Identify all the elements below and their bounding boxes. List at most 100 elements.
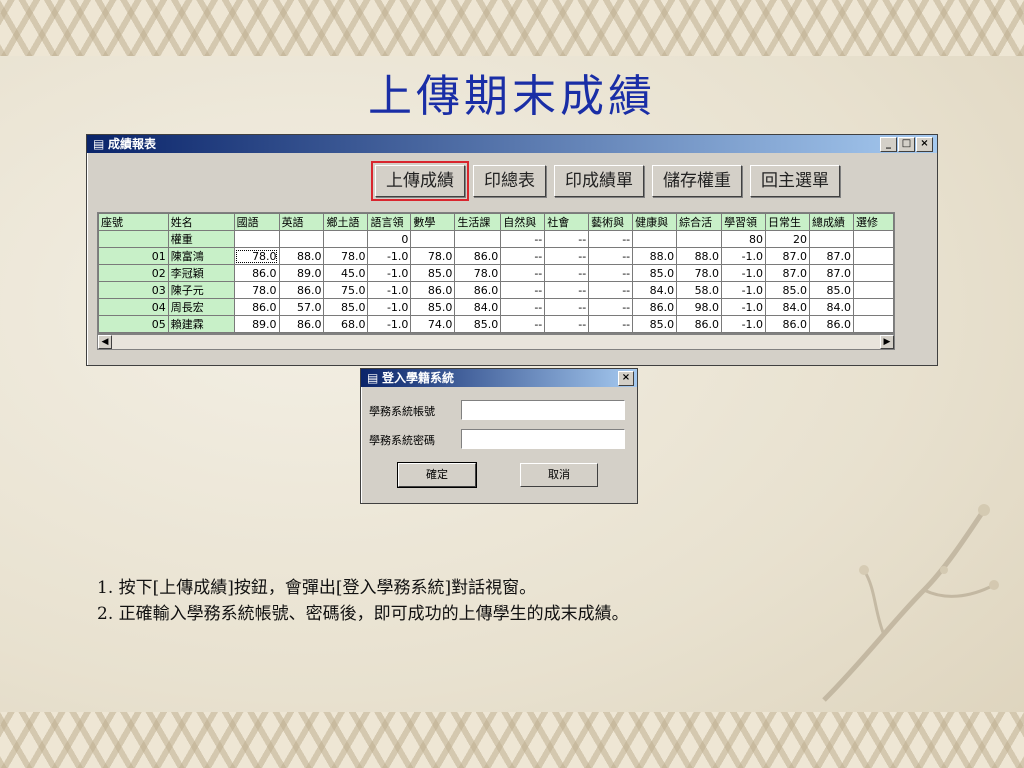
grid-cell[interactable] [454, 230, 502, 248]
grid-cell[interactable]: 88.0 [632, 247, 678, 265]
print-summary-button[interactable]: 印總表 [473, 165, 546, 197]
window-titlebar[interactable]: ▤ 成績報表 _ □ × [87, 135, 937, 153]
grid-cell[interactable]: 98.0 [676, 298, 723, 316]
grid-cell[interactable]: 89.0 [278, 264, 325, 282]
grid-cell[interactable]: 86.0 [454, 281, 502, 299]
grid-cell[interactable]: 74.0 [410, 315, 456, 333]
grid-cell[interactable] [852, 230, 894, 248]
grid-cell[interactable]: -- [500, 230, 546, 248]
grid-cell[interactable]: 02 [98, 264, 169, 282]
grid-cell[interactable] [98, 230, 169, 248]
grid-cell[interactable]: 84.0 [809, 298, 854, 316]
minimize-button[interactable]: _ [880, 137, 897, 152]
grid-cell[interactable]: 84.0 [765, 298, 810, 316]
dialog-close-button[interactable]: × [618, 371, 634, 386]
grid-cell[interactable]: 85.0 [410, 264, 456, 282]
grid-cell[interactable]: 86.0 [632, 298, 678, 316]
grid-cell[interactable]: -- [544, 264, 590, 282]
grid-cell[interactable]: 87.0 [809, 264, 854, 282]
grid-cell[interactable]: 88.0 [278, 247, 325, 265]
table-row[interactable]: 02 李冠穎 86.0 89.0 45.0 -1.0 85.0 78.0 -- -- -- 85.0 7… [98, 264, 894, 282]
dialog-titlebar[interactable]: ▤ 登入學籍系統 × [361, 369, 637, 387]
grid-cell[interactable] [852, 281, 894, 299]
grid-cell[interactable]: -1.0 [367, 264, 412, 282]
grid-cell[interactable] [852, 264, 894, 282]
account-input[interactable] [461, 400, 625, 420]
grid-cell[interactable]: -1.0 [721, 281, 767, 299]
password-input[interactable] [461, 429, 625, 449]
grid-cell[interactable]: -1.0 [367, 281, 412, 299]
scroll-left-icon[interactable]: ◀ [98, 335, 112, 349]
grid-cell[interactable]: 78.0 [410, 247, 456, 265]
grid-cell[interactable]: -1.0 [721, 298, 767, 316]
grid-cell[interactable]: 86.0 [233, 264, 280, 282]
grid-cell[interactable]: 權重 [167, 230, 235, 248]
cancel-button[interactable]: 取消 [520, 463, 598, 487]
table-row[interactable]: 04 周長宏 86.0 57.0 85.0 -1.0 85.0 84.0 -- -- -- 86.0 9… [98, 298, 894, 316]
grid-cell[interactable]: 58.0 [676, 281, 723, 299]
grid-cell[interactable]: -- [500, 264, 546, 282]
grid-cell[interactable]: 87.0 [765, 264, 810, 282]
grid-cell[interactable]: -- [544, 298, 590, 316]
grid-cell[interactable] [278, 230, 325, 248]
grid-cell[interactable]: 88.0 [676, 247, 723, 265]
grid-cell[interactable]: -1.0 [367, 315, 412, 333]
grid-cell[interactable]: 陳子元 [167, 281, 235, 299]
grid-cell[interactable]: -- [500, 315, 546, 333]
grid-cell[interactable]: 87.0 [809, 247, 854, 265]
grid-cell[interactable]: 86.0 [278, 281, 325, 299]
grid-cell[interactable]: 01 [98, 247, 169, 265]
grid-cell[interactable]: -- [588, 315, 634, 333]
grid-cell[interactable]: 86.0 [809, 315, 854, 333]
grid-cell[interactable]: 85.0 [454, 315, 502, 333]
grid-cell[interactable]: 20 [765, 230, 810, 248]
grid-cell[interactable] [323, 230, 369, 248]
table-row[interactable]: 01 陳富鴻 78.0 88.0 78.0 -1.0 78.0 86.0 -- -- -- 88.0 8… [98, 247, 894, 265]
grid-cell[interactable] [809, 230, 854, 248]
grid-cell[interactable]: -- [544, 247, 590, 265]
grid-cell[interactable]: -- [588, 298, 634, 316]
table-row[interactable]: 05 賴建霖 89.0 86.0 68.0 -1.0 74.0 85.0 -- -- -- 85.0 8… [98, 315, 894, 333]
close-button[interactable]: × [916, 137, 933, 152]
grid-cell[interactable]: 0 [367, 230, 412, 248]
grid-cell[interactable]: 89.0 [233, 315, 280, 333]
grid-cell[interactable]: -- [544, 230, 590, 248]
grid-cell[interactable]: 86.0 [410, 281, 456, 299]
grid-cell[interactable]: 45.0 [323, 264, 369, 282]
grid-cell[interactable]: 86.0 [454, 247, 502, 265]
grid-cell[interactable]: 85.0 [809, 281, 854, 299]
grid-cell[interactable]: 78.0 [233, 281, 280, 299]
grid-cell[interactable]: 賴建霖 [167, 315, 235, 333]
grid-cell[interactable]: 85.0 [765, 281, 810, 299]
weight-row[interactable]: 權重 0 -- -- -- 80 20 [98, 230, 894, 248]
grade-grid[interactable]: 座號 姓名 國語 英語 鄉土語 語言領 數學 生活課 自然與 社會 藝術與 健康與 綜合活 學習領 日常生總… [97, 212, 895, 334]
grid-cell[interactable]: 03 [98, 281, 169, 299]
scroll-right-icon[interactable]: ▶ [880, 335, 894, 349]
grid-cell[interactable]: 陳富鴻 [167, 247, 235, 265]
grid-cell[interactable]: -- [500, 281, 546, 299]
grid-cell[interactable]: -- [544, 315, 590, 333]
grid-cell[interactable]: 86.0 [233, 298, 280, 316]
upload-grades-button[interactable]: 上傳成績 [371, 161, 469, 201]
grid-cell[interactable]: 86.0 [278, 315, 325, 333]
grid-cell[interactable]: 78.0 [323, 247, 369, 265]
grid-cell[interactable]: 86.0 [765, 315, 810, 333]
grid-cell[interactable]: 05 [98, 315, 169, 333]
grid-cell[interactable] [852, 315, 894, 333]
grid-cell[interactable]: -- [588, 247, 634, 265]
grid-cell[interactable]: 85.0 [410, 298, 456, 316]
grid-cell[interactable] [676, 230, 723, 248]
grid-cell[interactable]: 80 [721, 230, 767, 248]
grid-cell[interactable]: 84.0 [632, 281, 678, 299]
grid-cell[interactable]: 85.0 [632, 315, 678, 333]
main-menu-button[interactable]: 回主選單 [750, 165, 840, 197]
grid-cell[interactable]: 周長宏 [167, 298, 235, 316]
grid-cell[interactable]: -1.0 [721, 315, 767, 333]
ok-button[interactable]: 確定 [397, 462, 477, 488]
grid-cell[interactable] [852, 247, 894, 265]
print-report-card-button[interactable]: 印成績單 [554, 165, 644, 197]
horizontal-scrollbar[interactable]: ◀ ▶ [97, 334, 895, 350]
grid-cell[interactable]: 85.0 [632, 264, 678, 282]
grid-cell[interactable]: -- [500, 298, 546, 316]
grid-cell[interactable]: -- [500, 247, 546, 265]
